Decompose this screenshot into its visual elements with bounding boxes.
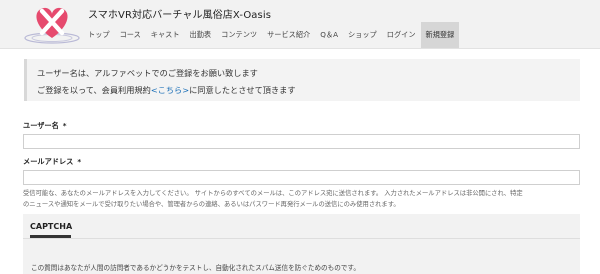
username-label: ユーザー名 * (23, 121, 67, 131)
nav-item-qa[interactable]: Q＆A (315, 22, 343, 48)
username-required-marker: * (62, 121, 67, 130)
email-label-text: メールアドレス (23, 157, 74, 166)
email-help-line-1: 受信可能な、あなたのメールアドレスを入力してください。 サイトからのすべてのメー… (23, 190, 523, 197)
site-header: スマホVR対応バーチャル風俗店X-Oasis トップ コース キャスト 出勤表 … (0, 0, 600, 49)
heart-x-logo-icon (24, 7, 80, 44)
nav-item-service[interactable]: サービス紹介 (262, 22, 315, 48)
nav-item-cast[interactable]: キャスト (146, 22, 185, 48)
captcha-description: この質問はあなたが人間の訪問者であるかどうかをテストし、自動化されたスパム送信を… (31, 264, 360, 272)
captcha-section: CAPTCHA この質問はあなたが人間の訪問者であるかどうかをテストし、自動化さ… (23, 214, 580, 274)
notice-terms-text-after: に同意したとさせて頂きます (189, 85, 296, 95)
registration-notice: ユーザー名は、アルファベットでのご登録をお願い致します ご登録を以って、会員利用… (24, 59, 580, 101)
email-help-line-2: のニュースや通知をメールで受け取りたい場合や、管理者からの連絡、あるいはパスワー… (23, 200, 400, 208)
notice-line-username: ユーザー名は、アルファベットでのご登録をお願い致します (37, 68, 258, 78)
terms-link[interactable]: <こちら> (151, 85, 189, 95)
captcha-header: CAPTCHA (23, 214, 580, 239)
main-nav: トップ コース キャスト 出勤表 コンテンツ サービス紹介 Q＆A ショップ ロ… (83, 22, 460, 48)
username-input[interactable] (23, 134, 580, 149)
nav-item-top[interactable]: トップ (83, 22, 115, 48)
username-label-text: ユーザー名 (23, 121, 59, 130)
notice-line-terms: ご登録を以って、会員利用規約<こちら>に同意したとさせて頂きます (37, 82, 580, 99)
notice-terms-text-before: ご登録を以って、会員利用規約 (37, 85, 151, 95)
site-title[interactable]: スマホVR対応バーチャル風俗店X-Oasis (88, 6, 271, 21)
nav-item-login[interactable]: ログイン (382, 22, 421, 48)
nav-item-shop[interactable]: ショップ (343, 22, 382, 48)
email-help-text: 受信可能な、あなたのメールアドレスを入力してください。 サイトからのすべてのメー… (23, 189, 583, 210)
nav-item-contents[interactable]: コンテンツ (216, 22, 262, 48)
nav-item-register[interactable]: 新規登録 (420, 22, 460, 48)
nav-item-course[interactable]: コース (115, 22, 146, 48)
site-logo[interactable] (22, 2, 82, 46)
captcha-title-underline (30, 235, 71, 238)
email-label: メールアドレス * (23, 157, 81, 167)
email-input[interactable] (23, 170, 580, 185)
nav-item-schedule[interactable]: 出勤表 (185, 22, 217, 48)
email-required-marker: * (77, 157, 82, 166)
captcha-title: CAPTCHA (30, 222, 73, 231)
